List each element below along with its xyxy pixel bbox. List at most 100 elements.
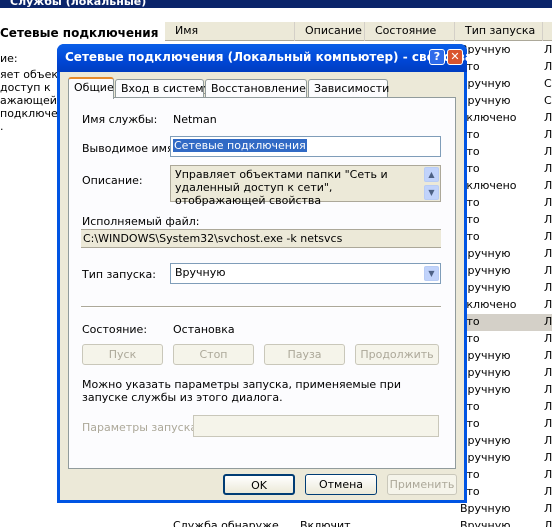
cancel-button[interactable]: Отмена [305,474,377,495]
exec-label: Исполняемый файл: [82,215,200,228]
cell-extra: Л [544,434,552,447]
cell-start: вто [460,145,480,158]
cell-start: Вручную [460,264,511,277]
cell-start: Вручную [460,281,511,294]
startup-type-value: Вручную [175,266,226,279]
cell-extra: Л [544,315,552,328]
cell-desc: Включит... [300,519,362,527]
cell-start: вто [460,128,480,141]
column-startup-type[interactable]: Тип запуска [455,22,543,41]
service-heading: Сетевые подключения [0,26,159,40]
cell-start: Вручную [460,519,511,527]
dialog-client: Общие Вход в систему Восстановление Зави… [60,72,464,500]
display-name-value: Сетевые подключения [173,139,307,152]
cell-start: Вручную [460,451,511,464]
scroll-up-icon[interactable]: ▲ [424,167,439,182]
cell-extra: Л [544,230,552,243]
cell-extra: Л [544,145,552,158]
exec-path-field: C:\WINDOWS\System32\svchost.exe -k netsv… [81,229,441,248]
startup-type-label: Тип запуска: [82,268,156,281]
cell-start: Вручную [460,94,511,107]
dialog-title: Сетевые подключения (Локальный компьютер… [65,50,473,64]
column-description[interactable]: Описание [295,22,365,41]
cell-extra: Л [544,332,552,345]
column-status[interactable]: Состояние [365,22,455,41]
description-line: доступ к [0,81,51,94]
cell-start: вто [460,417,480,430]
cell-start: Вручную [460,247,511,260]
chevron-down-icon[interactable]: ▼ [424,266,439,281]
params-input[interactable] [193,415,439,437]
cell-extra: Л [544,213,552,226]
cell-extra: Л [544,60,552,73]
exec-path-value: C:\WINDOWS\System32\svchost.exe -k netsv… [83,232,343,245]
startup-type-select[interactable]: Вручную ▼ [170,263,441,284]
column-logon[interactable]: В [543,22,552,41]
mmc-titlebar: Службы (локальные) [0,0,552,8]
tab-logon[interactable]: Вход в систему [115,79,210,98]
ok-button[interactable]: OK [223,474,295,495]
cell-start: Вручную [460,349,511,362]
cell-start: вто [460,315,480,328]
cell-start: вто [460,162,480,175]
table-row[interactable]: Вручную Л [165,501,552,518]
cell-start: тключено [460,111,517,124]
description-line: . [0,120,4,133]
display-name-label: Выводимое имя: [82,142,178,155]
cell-start: вто [460,332,480,345]
mmc-title: Службы (локальные) [10,0,147,8]
cell-start: Вручную [460,77,511,90]
description-label: Описание: [82,174,143,187]
cell-extra: Л [544,400,552,413]
cell-start: вто [460,213,480,226]
tab-general[interactable]: Общие [68,77,114,99]
tab-recovery[interactable]: Восстановление [205,79,307,98]
scroll-down-icon[interactable]: ▼ [424,185,439,200]
stop-button[interactable]: Стоп [173,344,254,365]
list-header: Имя Описание Состояние Тип запуска В [165,22,552,41]
cell-extra: Л [544,247,552,260]
cell-extra: С [544,77,552,90]
cell-extra: Л [544,451,552,464]
cell-extra: Л [544,111,552,124]
close-button[interactable]: ✕ [447,49,463,65]
cell-extra: Л [544,298,552,311]
params-hint: Можно указать параметры запуска, применя… [82,378,401,404]
cell-extra: Л [544,468,552,481]
cell-start: вто [460,468,480,481]
description-line: ие: [0,52,18,65]
cell-extra: Л [544,502,552,515]
service-name-value: Netman [173,113,217,126]
cell-extra: Л [544,519,552,527]
cell-extra: Л [544,366,552,379]
resume-button[interactable]: Продолжить [355,344,439,365]
cell-extra: Л [544,281,552,294]
cell-extra: Л [544,349,552,362]
cell-start: Вручную [460,502,511,515]
column-name[interactable]: Имя [165,22,295,41]
params-label: Параметры запуска: [82,421,201,434]
cell-extra: Л [544,417,552,430]
cell-start: тключено [460,179,517,192]
cell-start: Вручную [460,434,511,447]
help-button[interactable]: ? [429,49,445,65]
divider [81,306,441,308]
table-row[interactable]: Служба обнаруже... Включит... Вручную Л [165,518,552,527]
description-field[interactable]: Управляет объектами папки "Сеть и удален… [170,165,441,207]
cell-extra: Л [544,43,552,56]
cell-extra: Л [544,162,552,175]
dialog-titlebar[interactable]: Сетевые подключения (Локальный компьютер… [57,44,473,72]
apply-button[interactable]: Применить [387,474,457,495]
cell-extra: Л [544,264,552,277]
pause-button[interactable]: Пауза [264,344,345,365]
cell-start: тключено [460,298,517,311]
status-value: Остановка [173,323,235,336]
cell-start: вто [460,196,480,209]
cell-start: Вручную [460,383,511,396]
general-panel: Имя службы: Netman Выводимое имя: Сетевы… [68,97,456,469]
tab-dependencies[interactable]: Зависимости [308,79,389,98]
start-button[interactable]: Пуск [82,344,163,365]
cell-start: вто [460,400,480,413]
display-name-field[interactable]: Сетевые подключения [170,136,441,157]
cell-extra: Л [544,196,552,209]
